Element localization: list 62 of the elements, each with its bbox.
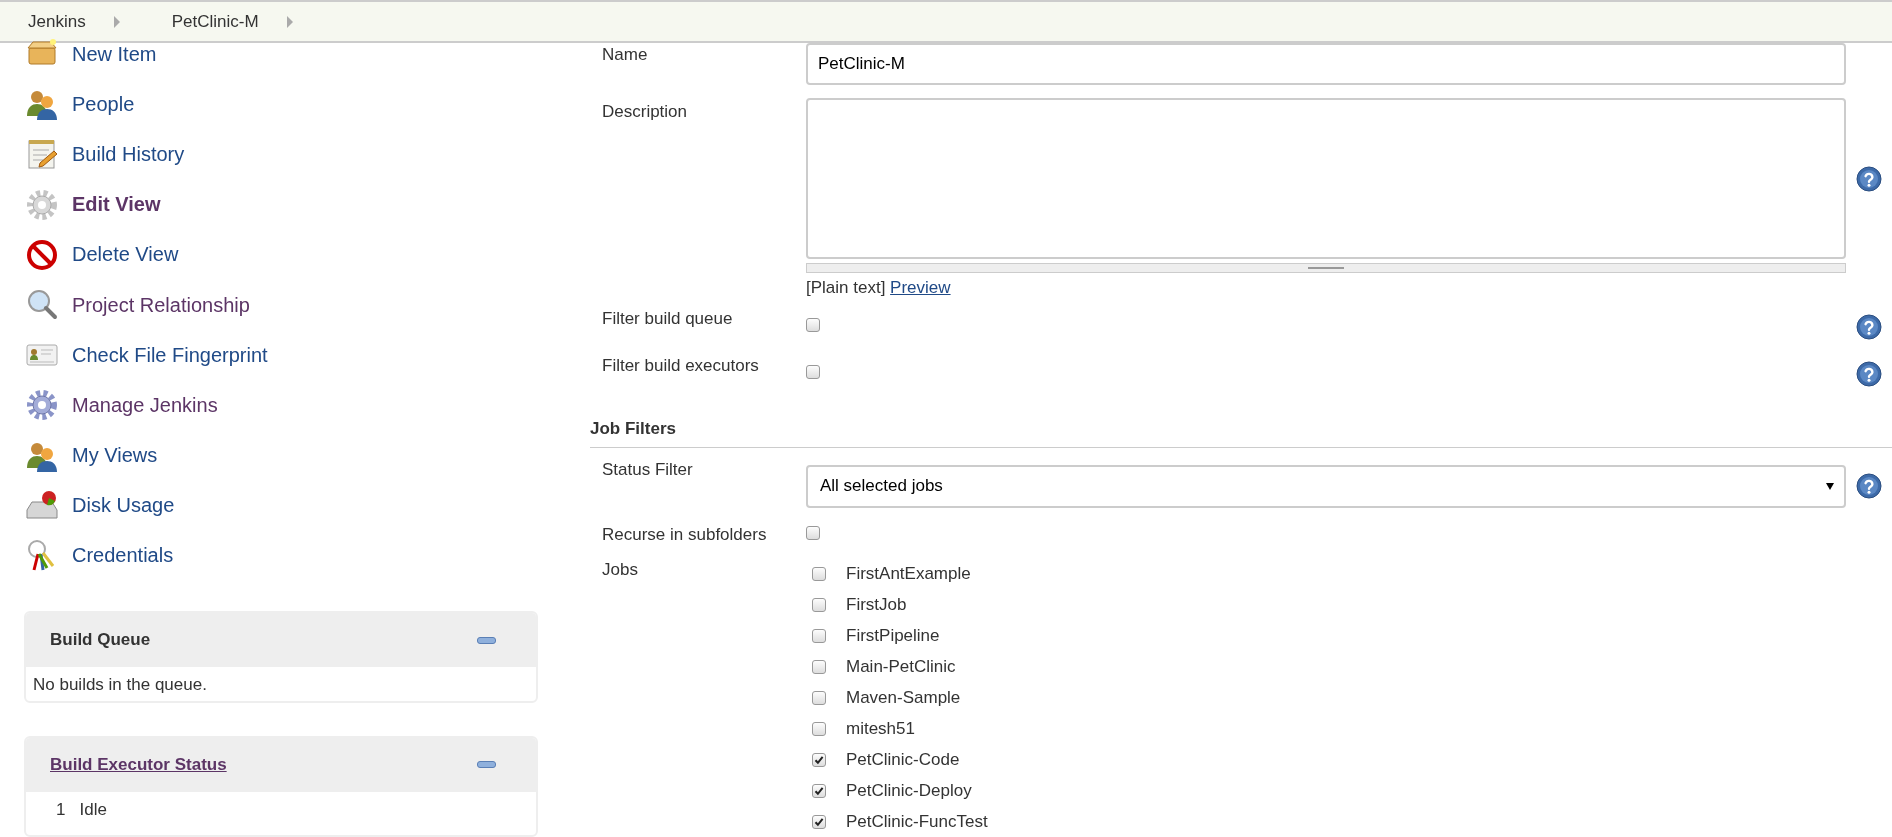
help-icon[interactable] [1856, 313, 1882, 340]
field-label: Filter build executors [602, 355, 760, 376]
field-label: Status Filter [602, 459, 694, 480]
resize-handle[interactable] [806, 262, 1846, 273]
format-note: [Plain text] Preview [806, 278, 952, 298]
panel-title-link[interactable]: Build Executor Status [50, 754, 227, 775]
job-name: PetClinic-Deploy [846, 780, 972, 801]
panel-title: Build Queue [50, 630, 151, 651]
chevron-icon[interactable] [286, 15, 293, 28]
job-name: FirstJob [846, 594, 907, 615]
breadcrumb-link[interactable]: Jenkins [28, 11, 86, 32]
sidebar-link[interactable]: Build History [72, 142, 185, 166]
checkbox[interactable] [812, 752, 826, 767]
job-name: mitesh51 [846, 718, 915, 739]
sidebar-link[interactable]: Manage Jenkins [72, 393, 218, 417]
sidebar-link[interactable]: New Item [72, 42, 157, 66]
checkbox[interactable] [806, 317, 820, 332]
job-name: FirstAntExample [846, 563, 971, 584]
checkbox[interactable] [812, 690, 826, 705]
checkbox[interactable] [812, 721, 826, 736]
queue-message: No builds in the queue. [32, 674, 208, 697]
collapse-button[interactable] [477, 761, 496, 769]
help-icon[interactable] [1856, 473, 1882, 499]
field-label: Jobs [602, 559, 639, 580]
chevron-icon[interactable] [113, 15, 120, 28]
checkbox[interactable] [812, 597, 826, 612]
section-heading: Job Filters [590, 409, 1892, 448]
checkbox[interactable] [812, 814, 826, 829]
checkbox[interactable] [812, 628, 826, 643]
executor-status: Idle [79, 799, 107, 820]
checkbox[interactable] [806, 526, 820, 540]
field-label: Recurse in subfolders [602, 525, 768, 545]
sidebar-link[interactable]: My Views [72, 444, 158, 468]
executor-number: 1 [56, 799, 66, 820]
job-name: FirstPipeline [846, 625, 940, 646]
sidebar-link[interactable]: Edit View [72, 193, 161, 217]
checkbox[interactable] [806, 364, 820, 379]
checkbox[interactable] [812, 659, 826, 674]
sidebar-link[interactable]: Disk Usage [72, 494, 175, 518]
sidebar-link[interactable]: Delete View [72, 243, 179, 267]
job-name: PetClinic-Code [846, 749, 960, 770]
caret-icon [1826, 482, 1834, 490]
sidebar-link[interactable]: Check File Fingerprint [72, 343, 268, 367]
status-filter-select[interactable]: All selected jobs [806, 464, 1846, 508]
select-value: All selected jobs [820, 476, 943, 496]
sidebar-link[interactable]: Project Relationship [72, 293, 250, 317]
field-label: Description [602, 101, 689, 122]
checkbox[interactable] [812, 783, 826, 798]
job-name: PetClinic-FuncTest [846, 811, 988, 832]
job-name: Maven-Sample [846, 687, 961, 708]
field-label: Filter build queue [602, 308, 734, 329]
job-name: Main-PetClinic [846, 656, 956, 677]
name-input[interactable]: PetClinic-M [806, 43, 1846, 85]
help-icon[interactable] [1856, 360, 1882, 387]
field-label: Name [602, 44, 649, 65]
checkbox[interactable] [812, 566, 826, 581]
collapse-button[interactable] [477, 636, 496, 644]
help-icon[interactable] [1856, 165, 1882, 192]
breadcrumb-link[interactable]: PetClinic-M [171, 11, 259, 32]
preview-link[interactable]: Preview [890, 278, 951, 297]
sidebar-link[interactable]: Credentials [72, 544, 174, 568]
sidebar-link[interactable]: People [72, 92, 135, 116]
